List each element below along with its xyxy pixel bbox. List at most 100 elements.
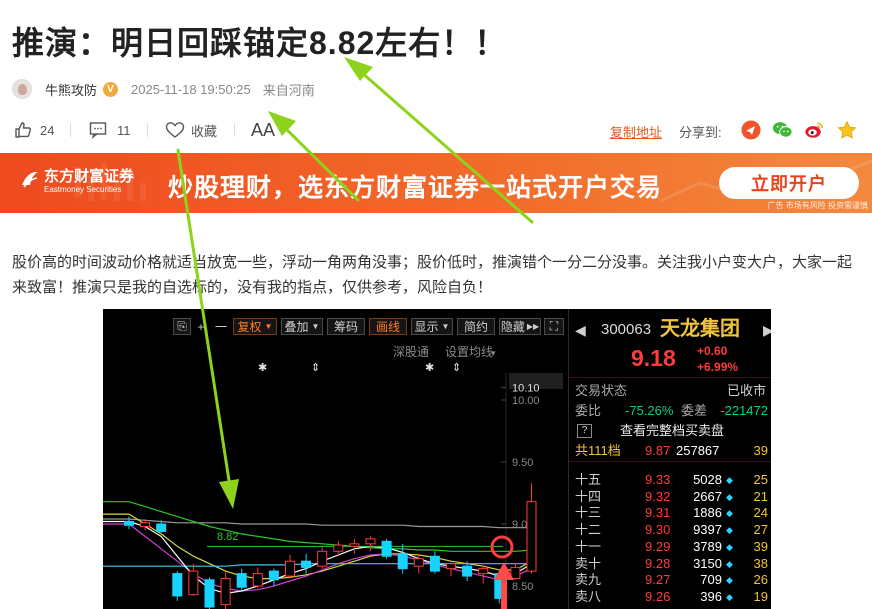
book-volume: 9397 bbox=[693, 522, 722, 538]
share-arrow-icon[interactable] bbox=[740, 119, 761, 140]
book-price: 9.26 bbox=[645, 588, 671, 604]
copy-link-button[interactable]: 复制地址 bbox=[610, 122, 662, 141]
next-stock-icon[interactable]: ▶ bbox=[763, 321, 771, 339]
book-count: 24 bbox=[753, 505, 768, 521]
comment-button[interactable]: 11 bbox=[89, 118, 131, 142]
zoom-out-button[interactable]: 一 bbox=[212, 318, 230, 335]
author-avatar[interactable] bbox=[12, 79, 32, 99]
candle-body bbox=[252, 573, 263, 587]
candle bbox=[317, 546, 328, 569]
candle-body bbox=[156, 523, 167, 532]
ma-setting-label[interactable]: 设置均线 bbox=[445, 345, 493, 359]
candle-body bbox=[188, 570, 199, 596]
open-account-button[interactable]: 立即开户 bbox=[719, 167, 859, 199]
price-axis-tick: 10.00 bbox=[512, 395, 540, 407]
book-price: 9.31 bbox=[645, 505, 671, 521]
heart-icon bbox=[165, 122, 185, 138]
moving-average-line bbox=[103, 518, 532, 529]
marker-asterisk-icon: ✱ bbox=[258, 362, 267, 374]
verified-badge-icon: V bbox=[103, 81, 119, 97]
adjust-label: 复权 bbox=[237, 320, 262, 334]
order-book-row: 卖九 9.27 709 ◆ 26 bbox=[569, 572, 771, 588]
author-name[interactable]: 牛熊攻防 bbox=[45, 80, 97, 99]
weibo-icon[interactable] bbox=[804, 119, 825, 140]
candle-body bbox=[462, 565, 473, 577]
thumb-up-icon bbox=[15, 122, 32, 138]
divider bbox=[234, 123, 235, 137]
full-book-link[interactable]: 查看完整档买卖盘 bbox=[620, 423, 724, 439]
candle-body bbox=[413, 558, 424, 567]
kline-chart: 深股通 设置均线 ▾ ✱ ⇕ ✱ ⇕ 10.1010.009.509.008.5… bbox=[103, 345, 563, 609]
publish-time: 2025-11-18 19:50:25 bbox=[131, 81, 251, 97]
chart-toolbar: ⎘ + 一 复权 ▼ 叠加 ▼ 筹码 画线 显示 ▼ 简约 隐藏 ▶▶ ⛶ bbox=[103, 309, 568, 343]
star-icon[interactable] bbox=[836, 119, 857, 140]
book-count: 25 bbox=[753, 472, 768, 487]
divider bbox=[147, 123, 148, 137]
status-label: 交易状态 bbox=[575, 383, 628, 398]
restore-icon[interactable]: ⎘ bbox=[173, 318, 191, 335]
draw-line-button[interactable]: 画线 bbox=[369, 318, 407, 335]
collect-button[interactable]: 收藏 bbox=[165, 118, 217, 142]
candle-body bbox=[220, 578, 231, 606]
book-count: 39 bbox=[753, 538, 768, 554]
wechat-icon[interactable] bbox=[772, 119, 793, 140]
help-icon[interactable]: ? bbox=[577, 424, 592, 438]
price-axis-tick: 10.10 bbox=[512, 383, 540, 395]
hide-button[interactable]: 隐藏 ▶▶ bbox=[499, 318, 541, 335]
prev-stock-icon[interactable]: ◀ bbox=[575, 321, 586, 339]
display-label: 显示 bbox=[414, 320, 439, 334]
candle bbox=[268, 568, 279, 586]
book-price: 9.33 bbox=[645, 472, 671, 487]
candle bbox=[285, 555, 295, 579]
hide-label: 隐藏 bbox=[500, 320, 525, 334]
article-title: 推演：明日回踩锚定8.82左右！！ bbox=[12, 25, 508, 61]
candle bbox=[349, 538, 360, 554]
like-button[interactable]: 24 bbox=[14, 118, 54, 142]
candle bbox=[204, 577, 215, 609]
candle bbox=[510, 563, 521, 580]
full-book-row[interactable]: ? 查看完整档买卖盘 bbox=[569, 423, 771, 439]
total-levels-label: 共111档 bbox=[575, 443, 621, 458]
book-price: 9.28 bbox=[645, 555, 671, 571]
font-size-button[interactable]: AA bbox=[251, 118, 275, 142]
zoom-in-button[interactable]: + bbox=[193, 318, 209, 335]
book-marker-icon: ◆ bbox=[726, 541, 733, 552]
ad-banner[interactable]: 东方财富证券 Eastmoney Securities 炒股理财，选东方财富证券… bbox=[0, 153, 872, 213]
book-level: 十三 bbox=[575, 505, 602, 521]
candle bbox=[188, 563, 199, 596]
order-diff-label: 委差 bbox=[681, 403, 708, 418]
ad-disclaimer: 广告 市场有风险 投资需谨慎 bbox=[767, 201, 868, 210]
like-count: 24 bbox=[40, 122, 55, 138]
total-volume: 257867 bbox=[676, 443, 720, 458]
candle-body bbox=[381, 540, 392, 557]
stock-name: 天龙集团 bbox=[660, 318, 740, 340]
book-level: 十四 bbox=[575, 488, 602, 504]
candle bbox=[429, 551, 440, 574]
comment-count: 11 bbox=[117, 122, 131, 138]
quote-header: ◀ 300063 天龙集团 ▶ bbox=[569, 318, 771, 341]
book-volume: 1886 bbox=[693, 505, 722, 521]
candle bbox=[172, 571, 183, 601]
candle-body bbox=[204, 579, 215, 608]
candle bbox=[381, 538, 392, 559]
display-dropdown[interactable]: 显示 ▼ bbox=[411, 318, 453, 335]
chips-button[interactable]: 筹码 bbox=[327, 318, 365, 335]
logo-text-cn: 东方财富证券 bbox=[44, 168, 135, 185]
simple-button[interactable]: 简约 bbox=[457, 318, 495, 335]
candle-body bbox=[317, 550, 328, 567]
book-marker-icon: ◆ bbox=[726, 575, 733, 586]
stock-code: 300063 bbox=[601, 321, 652, 338]
order-ratio-row: 委比 -75.26% 委差 -221472 bbox=[569, 403, 771, 419]
order-book-row: 卖十 9.28 3150 ◆ 38 bbox=[569, 556, 771, 572]
book-volume: 709 bbox=[700, 572, 722, 588]
book-volume: 3789 bbox=[693, 538, 722, 554]
marker-arrow-icon: ⇕ bbox=[452, 362, 461, 374]
candle-body bbox=[140, 522, 151, 527]
expand-icon[interactable]: ⛶ bbox=[544, 318, 564, 335]
overlay-dropdown[interactable]: 叠加 ▼ bbox=[281, 318, 323, 335]
status-row: 交易状态 已收市 bbox=[569, 383, 771, 399]
order-book-row: 十一 9.29 3789 ◆ 39 bbox=[569, 539, 771, 555]
adjust-dropdown[interactable]: 复权 ▼ bbox=[233, 318, 277, 335]
candle-body bbox=[268, 570, 279, 581]
last-price: 9.18 bbox=[631, 345, 676, 371]
